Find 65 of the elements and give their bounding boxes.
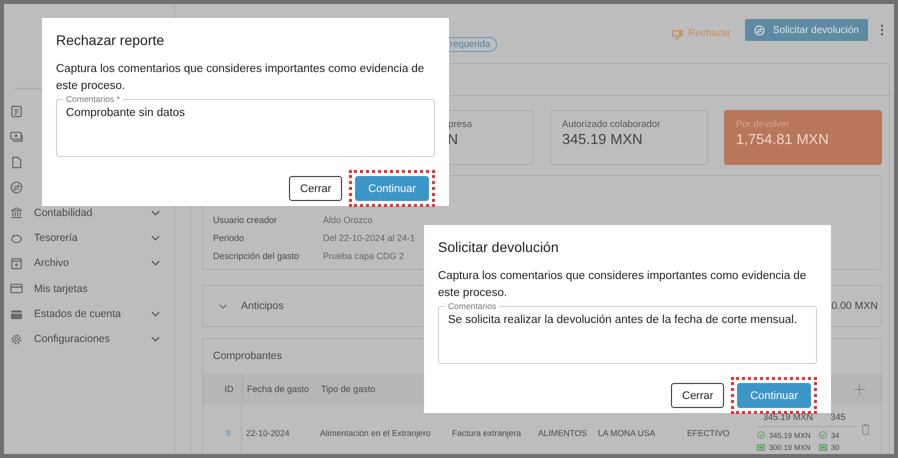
- wallet-icon: [10, 308, 23, 321]
- bank-icon: [10, 206, 23, 220]
- document-icon: [10, 156, 23, 169]
- chevron-icon[interactable]: [151, 336, 160, 342]
- close-button[interactable]: Cerrar: [289, 176, 342, 201]
- dialog-description: Captura los comentarios que consideres importantes como evidencia de este proceso.: [438, 269, 808, 301]
- request-return-button[interactable]: Solicitar devolución: [744, 19, 868, 41]
- chevron-icon[interactable]: [151, 260, 160, 266]
- sidebar-item[interactable]: Mis tarjetas: [34, 282, 88, 295]
- continue-button[interactable]: Continuar: [737, 383, 811, 408]
- check-circle-icon: [757, 431, 765, 439]
- chevron-icon[interactable]: [151, 235, 160, 242]
- section-title: Anticipos: [241, 300, 284, 312]
- card-value: 345.19 MXN: [562, 132, 644, 148]
- field-value: Se solicita realizar la devolución antes de la fecha de corte mensual.: [448, 313, 798, 326]
- exchange-icon: [754, 24, 765, 36]
- more-options-icon[interactable]: [880, 24, 884, 36]
- column-header: Tipo de gasto: [321, 384, 376, 394]
- card-icon: [10, 282, 23, 296]
- cash-icon: [10, 130, 23, 144]
- card-label: presa: [448, 119, 473, 130]
- close-button[interactable]: Cerrar: [671, 383, 724, 408]
- sidebar-item[interactable]: Estados de cuenta: [34, 308, 121, 320]
- table-cell-text: EFECTIVO: [687, 427, 731, 438]
- chevron-icon[interactable]: [219, 304, 227, 308]
- detail-label: Usuario creador: [213, 215, 278, 225]
- column-header: ID: [216, 374, 243, 404]
- detail-value: Del 22-10-2024 al 24-1: [323, 233, 416, 243]
- detail-label: Periodo: [213, 233, 246, 243]
- table-cell-text: 22-10-2024: [246, 427, 290, 438]
- sidebar-item[interactable]: Configuraciones: [34, 333, 110, 346]
- detail-label: Descripción del gasto: [213, 251, 300, 261]
- sidebar-item[interactable]: Contabilidad: [34, 206, 92, 219]
- comments-field[interactable]: Comentarios Se solicita realizar la devolución antes de la fecha de corte mensual.: [438, 302, 817, 364]
- sidebar-item[interactable]: Tesorería: [34, 232, 78, 244]
- field-value: Comprobante sin datos: [66, 106, 186, 119]
- exchange-icon: [10, 181, 23, 194]
- thumbs-down-icon: [671, 29, 684, 41]
- detail-value: Aldo Orozco: [323, 215, 373, 225]
- cash-icon: [819, 444, 827, 450]
- detail-value: Prueba capa CDG 2: [323, 251, 404, 261]
- column-header: Fecha de gasto: [247, 384, 310, 394]
- dialog-description: Captura los comentarios que consideres importantes como evidencia de este proceso.: [56, 62, 426, 94]
- cash-icon: [757, 444, 765, 450]
- table-cell-text: Factura extranjera: [452, 427, 522, 438]
- gear-icon: [10, 332, 23, 346]
- advance-amount: 0.00 MXN: [831, 300, 878, 312]
- dialog-title: Rechazar reporte: [56, 32, 166, 50]
- card-label: Autorizado colaborador: [562, 119, 662, 130]
- sidebar-item[interactable]: Archivo: [34, 257, 70, 270]
- chevron-icon[interactable]: [151, 311, 160, 318]
- section-title: Comprobantes: [212, 349, 283, 364]
- dialog-title: Solicitar devolución: [438, 239, 560, 257]
- continue-button[interactable]: Continuar: [355, 176, 429, 201]
- table-cell-text: Alimentación en el Extranjero: [320, 427, 432, 438]
- table-cell-text: LA MONA USA: [598, 427, 656, 438]
- table-cell-text: ALIMENTOS: [538, 427, 588, 438]
- list-icon: [10, 105, 23, 118]
- archive-icon: [10, 256, 23, 270]
- field-label: Comentarios: [447, 302, 498, 311]
- field-label: Comentarios *: [65, 95, 121, 104]
- chevron-icon[interactable]: [151, 210, 160, 216]
- comments-field[interactable]: Comentarios * Comprobante sin datos: [56, 95, 435, 157]
- check-circle-icon: [819, 431, 827, 439]
- card-value: 1,754.81 MXN: [736, 132, 830, 148]
